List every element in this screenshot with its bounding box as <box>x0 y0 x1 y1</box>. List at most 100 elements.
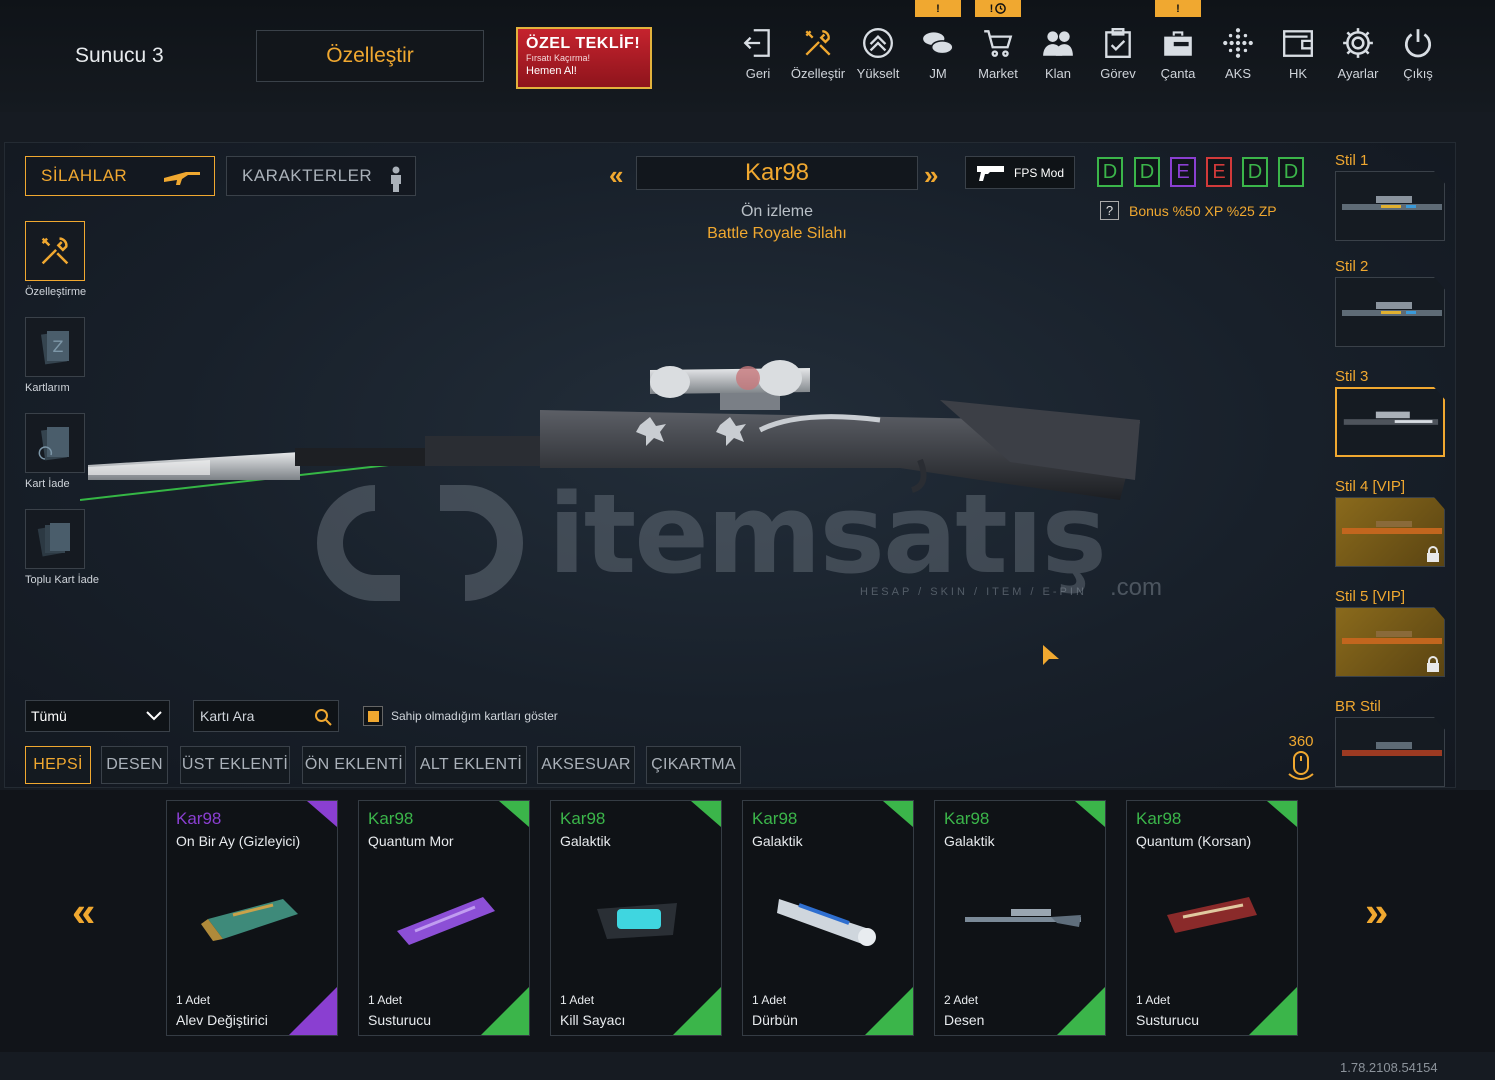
filter-tab-sticker[interactable]: ÇIKARTMA <box>646 746 741 784</box>
filter-tab-pattern[interactable]: DESEN <box>101 746 168 784</box>
card-item[interactable]: Kar98 On Bir Ay (Gizleyici) 1 Adet Alev … <box>166 800 338 1036</box>
tab-characters[interactable]: KARAKTERLER <box>226 156 416 196</box>
nav-ayarlar[interactable]: Ayarlar <box>1328 26 1388 86</box>
grade-badge: D <box>1242 157 1268 187</box>
nav-aks[interactable]: AKS <box>1208 26 1268 86</box>
style-3-label: Stil 3 <box>1335 368 1369 385</box>
card-weapon: Kar98 <box>560 809 606 828</box>
card-weapon: Kar98 <box>752 809 798 828</box>
card-item[interactable]: Kar98 Galaktik 1 Adet Dürbün <box>742 800 914 1036</box>
filter-tab-front-attachment[interactable]: ÖN EKLENTİ <box>302 746 406 784</box>
cards-prev-button[interactable]: « <box>72 888 96 936</box>
weapon-name: Kar98 <box>636 156 918 190</box>
card-weapon: Kar98 <box>368 809 414 828</box>
card-return-icon <box>38 427 69 461</box>
style-br-slot[interactable] <box>1335 717 1445 787</box>
style-3-slot[interactable] <box>1335 387 1445 457</box>
bonus-text: Bonus %50 XP %25 ZP <box>1129 202 1277 219</box>
card-item[interactable]: Kar98 Quantum (Korsan) 1 Adet Susturucu <box>1126 800 1298 1036</box>
nav-cikis[interactable]: Çıkış <box>1388 26 1448 86</box>
sidebar-item-customization[interactable]: Özelleştirme <box>25 221 87 298</box>
sidebar-item-label: Kartlarım <box>25 382 70 394</box>
prev-weapon-button[interactable]: « <box>609 160 623 191</box>
card-skin: Quantum Mor <box>368 833 454 849</box>
coins-icon <box>923 32 954 55</box>
grade-badge: E <box>1170 157 1196 187</box>
show-unowned-checkbox[interactable]: Sahip olmadığım kartları göster <box>363 706 558 726</box>
nav-ozellestir[interactable]: Özelleştir <box>788 26 848 86</box>
nav-canta[interactable]: Çanta <box>1148 26 1208 86</box>
chevron-down-icon <box>146 711 162 721</box>
lock-icon <box>1427 546 1439 562</box>
preview-label: Ön izleme <box>740 203 814 220</box>
next-weapon-button[interactable]: » <box>924 160 938 191</box>
fps-mode-button[interactable]: FPS Mod <box>965 156 1075 189</box>
sidebar-item-label: Özelleştirme <box>25 286 87 298</box>
cursor-icon <box>1043 645 1059 665</box>
card-item[interactable]: Kar98 Galaktik 1 Adet Kill Sayacı <box>550 800 722 1036</box>
rotate-label: 360 <box>1288 733 1314 750</box>
style-2-slot[interactable] <box>1335 277 1445 347</box>
nav-jm[interactable]: JM <box>908 26 968 86</box>
nav-klan[interactable]: Klan <box>1028 26 1088 86</box>
clock-icon <box>995 3 1007 14</box>
card-search-input[interactable]: Kartı Ara <box>193 700 339 732</box>
grade-badge: D <box>1134 157 1160 187</box>
checkbox-box[interactable] <box>363 706 383 726</box>
rotate-360-button[interactable]: 360 <box>1284 733 1318 786</box>
card-count: 2 Adet <box>944 993 979 1007</box>
clipboard-icon <box>1105 28 1131 58</box>
nav-yukselt[interactable]: Yükselt <box>848 26 908 86</box>
mouse-icon <box>1288 751 1314 780</box>
rifle-thumbnail-icon <box>1342 302 1442 316</box>
sidebar-item-card-return[interactable]: Kart İade <box>25 413 85 490</box>
nav-gorev[interactable]: Görev <box>1088 26 1148 86</box>
clan-icon <box>1043 31 1073 56</box>
help-icon[interactable]: ? <box>1100 201 1119 220</box>
market-alert-badge: ! <box>975 0 1021 17</box>
sidebar-item-bulk-card-return[interactable]: Toplu Kart İade <box>25 509 99 586</box>
rank-up-icon <box>863 28 893 58</box>
rifle-thumbnail-icon <box>1342 742 1442 756</box>
style-4-slot[interactable] <box>1335 497 1445 567</box>
card-type: Susturucu <box>368 1012 432 1028</box>
show-unowned-label: Sahip olmadığım kartları göster <box>391 709 558 723</box>
card-type: Dürbün <box>752 1012 798 1028</box>
filter-tab-bottom-attachment[interactable]: ALT EKLENTİ <box>415 746 527 784</box>
card-item[interactable]: Kar98 Galaktik 2 Adet Desen <box>934 800 1106 1036</box>
grade-badge: D <box>1278 157 1304 187</box>
special-offer-banner[interactable]: ÖZEL TEKLİF! Fırsatı Kaçırma! Hemen Al! <box>516 27 652 89</box>
pistol-icon <box>976 165 1004 181</box>
scope-icon <box>777 899 876 946</box>
sidebar-item-my-cards[interactable]: Z Kartlarım <box>25 317 85 394</box>
card-skin: On Bir Ay (Gizleyici) <box>176 833 301 849</box>
offer-title: ÖZEL TEKLİF! <box>526 35 641 52</box>
fps-mode-label: FPS Mod <box>1013 165 1064 180</box>
tab-characters-label: KARAKTERLER <box>242 166 373 185</box>
filter-tab-accessory[interactable]: AKSESUAR <box>537 746 635 784</box>
card-count: 1 Adet <box>752 993 787 1007</box>
cards-next-button[interactable]: » <box>1365 888 1389 936</box>
search-icon <box>315 709 332 726</box>
nav-market[interactable]: Market <box>968 26 1028 86</box>
card-item[interactable]: Kar98 Quantum Mor 1 Adet Susturucu <box>358 800 530 1036</box>
card-count: 1 Adet <box>176 993 211 1007</box>
category-select[interactable]: Tümü <box>25 700 170 732</box>
server-label: Sunucu 3 <box>75 44 164 67</box>
filter-tab-top-attachment[interactable]: ÜST EKLENTİ <box>180 746 290 784</box>
style-5-slot[interactable] <box>1335 607 1445 677</box>
svg-text:Z: Z <box>53 337 64 356</box>
style-1-slot[interactable] <box>1335 171 1445 241</box>
version-label: 1.78.2108.54154 <box>1340 1060 1438 1075</box>
cards-icon: Z <box>41 331 69 365</box>
customize-button[interactable]: Özelleştir <box>256 30 484 82</box>
filter-tab-all[interactable]: HEPSİ <box>25 746 91 784</box>
wrench-icon <box>805 30 831 56</box>
tab-weapons[interactable]: SİLAHLAR <box>25 156 215 196</box>
card-count: 1 Adet <box>560 993 595 1007</box>
nav-hk[interactable]: HK <box>1268 26 1328 86</box>
top-bar: Sunucu 3 Özelleştir ÖZEL TEKLİF! Fırsatı… <box>0 0 1495 112</box>
flash-hider-icon <box>201 899 298 941</box>
nav-geri[interactable]: Geri <box>728 26 788 86</box>
itemsatis-logo-icon <box>317 485 523 601</box>
